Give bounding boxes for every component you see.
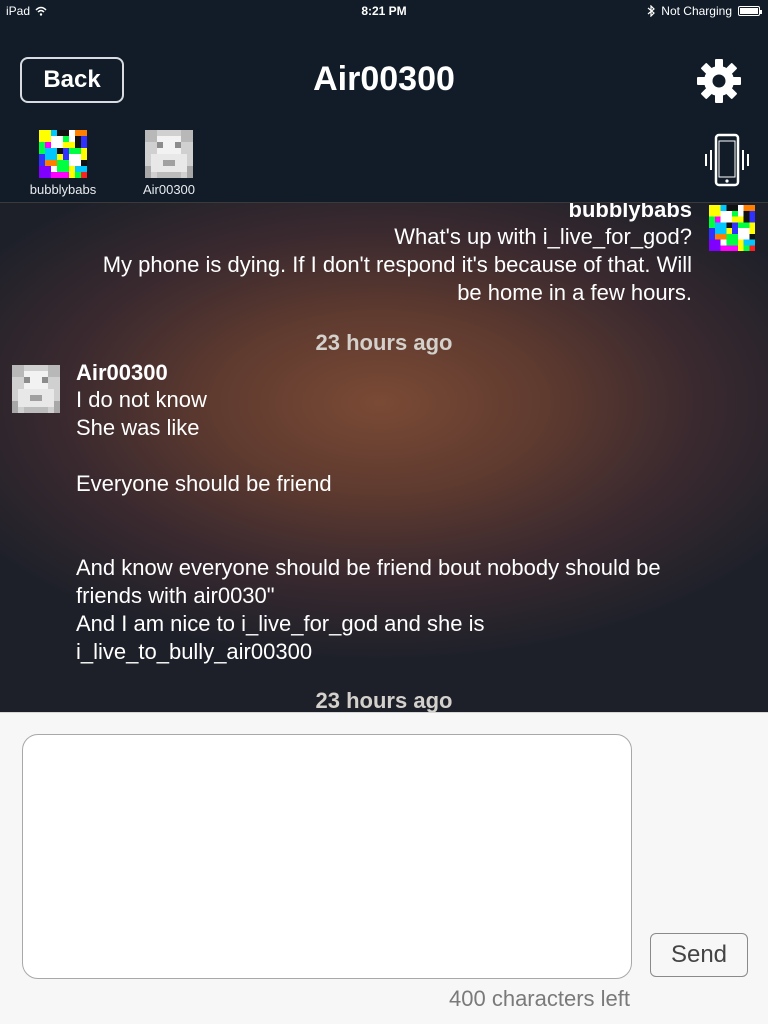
send-button[interactable]: Send xyxy=(650,933,748,977)
message-bubblybabs: bubblybabs What's up with i_live_for_god… xyxy=(2,202,692,307)
message-timestamp: 23 hours ago xyxy=(315,330,453,355)
phone-vibrate-icon[interactable] xyxy=(702,132,752,188)
message-author: Air00300 xyxy=(76,360,168,385)
battery-icon xyxy=(738,6,762,16)
message-author: bubblybabs xyxy=(568,202,692,222)
message-air00300: Air00300 I do not know She was like Ever… xyxy=(76,360,746,666)
status-bar: iPad 8:21 PM Not Charging xyxy=(0,0,768,22)
nav-header: Back Air00300 bubblybabs Air00300 xyxy=(0,22,768,202)
character-count: 400 characters left xyxy=(449,986,630,1011)
gray-pixel-avatar xyxy=(12,365,60,413)
colorful-pixel-avatar xyxy=(39,130,87,178)
gray-pixel-avatar xyxy=(145,130,193,178)
page-title: Air00300 xyxy=(313,60,455,98)
battery-status-label: Not Charging xyxy=(661,4,732,18)
message-input[interactable] xyxy=(22,734,632,979)
participant-bubblybabs[interactable]: bubblybabs xyxy=(20,130,106,197)
bluetooth-icon xyxy=(647,5,656,17)
status-right: Not Charging xyxy=(647,4,762,18)
participant-list: bubblybabs Air00300 xyxy=(20,130,212,197)
message-timestamp: 23 hours ago xyxy=(315,688,453,712)
gear-icon[interactable] xyxy=(695,57,743,105)
compose-area: Send 400 characters left xyxy=(0,712,768,1024)
participant-name: bubblybabs xyxy=(29,182,97,197)
colorful-pixel-avatar xyxy=(709,205,755,251)
message-text: What's up with i_live_for_god? My phone … xyxy=(102,224,692,305)
chat-history[interactable]: bubblybabs What's up with i_live_for_god… xyxy=(0,202,768,712)
participant-air00300[interactable]: Air00300 xyxy=(126,130,212,197)
participant-name: Air00300 xyxy=(142,182,196,197)
message-text: I do not know She was like Everyone shou… xyxy=(76,387,661,664)
